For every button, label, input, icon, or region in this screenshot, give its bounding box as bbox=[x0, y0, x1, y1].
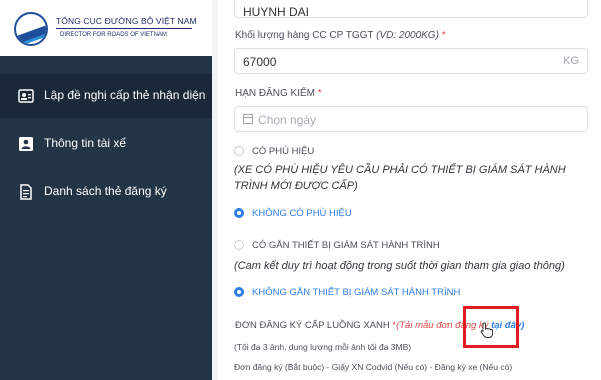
inspection-date-picker[interactable]: Chọn ngày bbox=[234, 106, 588, 132]
road-logo-icon bbox=[14, 12, 48, 46]
badge-option-label[interactable]: CÓ PHÙ HIỆU bbox=[252, 146, 314, 157]
weight-value: 67000 bbox=[243, 55, 277, 69]
driver-icon bbox=[19, 137, 33, 151]
sidebar-item-create-request[interactable]: Lập đề nghị cấp thẻ nhận diện bbox=[0, 74, 212, 118]
sidebar-item-label: Danh sách thẻ đăng ký bbox=[44, 184, 167, 198]
badge-note: (XE CÓ PHÙ HIỆU YÊU CẦU PHẢI CÓ THIẾT BỊ… bbox=[234, 164, 566, 192]
gps-note: (Cam kết duy trì hoạt động trong suốt th… bbox=[234, 260, 565, 272]
inspection-placeholder: Chọn ngày bbox=[258, 113, 317, 127]
gps-option-label[interactable]: CÓ GẮN THIẾT BỊ GIÁM SÁT HÀNH TRÌNH bbox=[252, 240, 440, 251]
main-content: HUYNH DAI Khối lượng hàng CC CP TGGT (VD… bbox=[212, 0, 601, 380]
hand-cursor-icon bbox=[480, 322, 493, 338]
logo-title: TỔNG CỤC ĐƯỜNG BỘ VIỆT NAM bbox=[56, 16, 197, 26]
id-card-icon bbox=[18, 89, 34, 103]
sidebar-item-label: Thông tin tài xế bbox=[44, 136, 127, 150]
list-document-icon bbox=[20, 184, 32, 200]
no-badge-radio[interactable] bbox=[234, 208, 244, 218]
no-badge-option-label[interactable]: KHÔNG CÓ PHÙ HIỆU bbox=[252, 208, 352, 219]
no-gps-option-label[interactable]: KHÔNG GẮN THIẾT BỊ GIÁM SÁT HÀNH TRÌNH bbox=[252, 287, 460, 298]
documents-list: Đơn đăng ký (Bắt buộc) - Giấy XN Codvid … bbox=[234, 362, 513, 372]
gps-radio[interactable] bbox=[234, 240, 244, 250]
weight-unit: KG bbox=[563, 55, 579, 67]
vehicle-brand-input[interactable]: HUYNH DAI bbox=[234, 0, 588, 19]
upload-hint: (Tối đa 3 ảnh, dung lượng mỗi ảnh tối đa… bbox=[234, 342, 412, 352]
calendar-icon bbox=[243, 114, 253, 124]
sidebar-item-registration-list[interactable]: Danh sách thẻ đăng ký bbox=[0, 170, 212, 214]
logo-subtitle: DIRECTOR FOR ROADS OF VIETNAM bbox=[60, 32, 167, 38]
logo-area: TỔNG CỤC ĐƯỜNG BỘ VIỆT NAM DIRECTOR FOR … bbox=[0, 0, 212, 56]
sidebar-item-label: Lập đề nghị cấp thẻ nhận diện bbox=[44, 88, 206, 102]
sidebar-item-driver-info[interactable]: Thông tin tài xế bbox=[0, 122, 212, 166]
sidebar: TỔNG CỤC ĐƯỜNG BỘ VIỆT NAM DIRECTOR FOR … bbox=[0, 0, 212, 380]
vehicle-brand-value: HUYNH DAI bbox=[243, 5, 310, 19]
no-gps-radio[interactable] bbox=[234, 287, 244, 297]
logo-divider bbox=[56, 28, 192, 29]
badge-radio[interactable] bbox=[234, 146, 244, 156]
form-panel: HUYNH DAI Khối lượng hàng CC CP TGGT (VD… bbox=[218, 0, 601, 380]
inspection-label: HẠN ĐĂNG KIỂM * bbox=[235, 88, 322, 99]
weight-label: Khối lượng hàng CC CP TGGT (VD: 2000KG) … bbox=[235, 30, 446, 41]
weight-input[interactable]: 67000 KG bbox=[234, 48, 588, 74]
